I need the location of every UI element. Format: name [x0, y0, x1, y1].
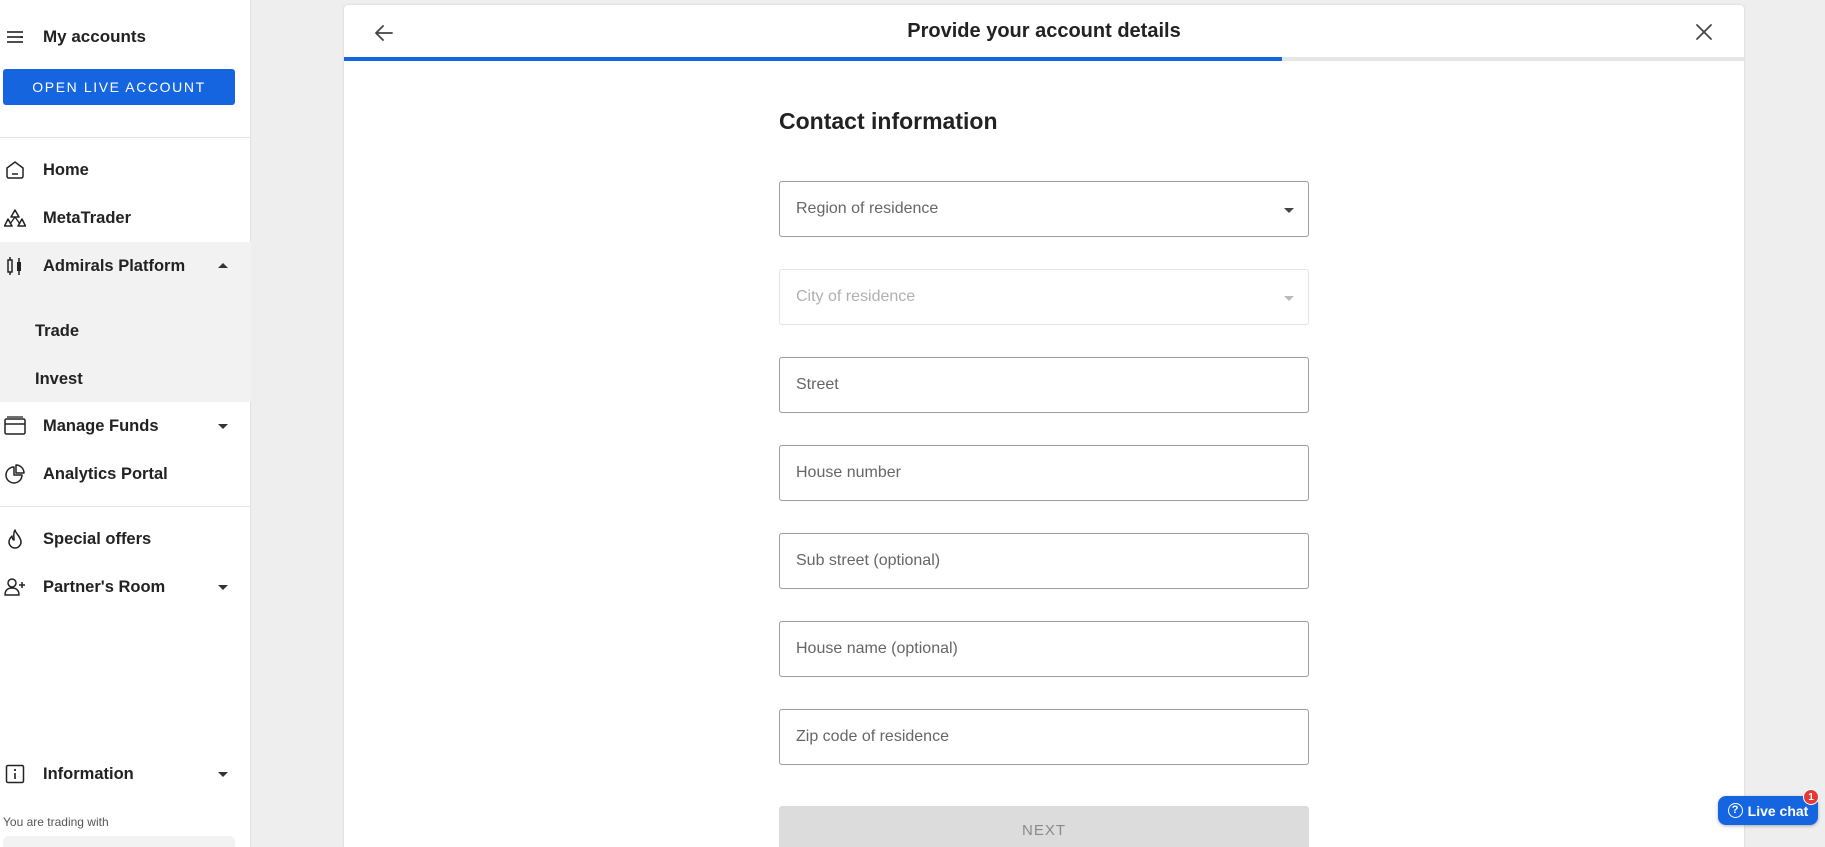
- account-details-modal: Provide your account details Contact inf…: [344, 5, 1744, 847]
- trading-account-selector[interactable]: [3, 836, 235, 847]
- sub-street-input[interactable]: Sub street (optional): [779, 533, 1309, 589]
- sidebar-item-label: Information: [43, 764, 134, 783]
- flame-icon: [4, 528, 26, 550]
- sidebar: My accounts OPEN LIVE ACCOUNT Home MetaT…: [0, 0, 251, 847]
- field-label: Region of residence: [796, 200, 939, 217]
- field-label: Zip code of residence: [796, 728, 949, 745]
- sidebar-subitem-label: Invest: [35, 370, 83, 388]
- sidebar-subitem-trade[interactable]: Trade: [0, 309, 251, 357]
- sidebar-item-home[interactable]: Home: [0, 146, 251, 194]
- help-icon: ?: [1727, 803, 1743, 818]
- divider: [0, 506, 251, 507]
- notification-badge: 1: [1803, 789, 1819, 805]
- info-icon: [4, 763, 26, 785]
- close-icon[interactable]: [1693, 21, 1715, 43]
- sidebar-item-label: Analytics Portal: [43, 464, 168, 483]
- sidebar-item-metatrader[interactable]: MetaTrader: [0, 194, 251, 242]
- house-number-input[interactable]: House number: [779, 445, 1309, 501]
- candlestick-icon: [4, 255, 26, 277]
- home-icon: [4, 159, 26, 181]
- field-label: Street: [796, 376, 839, 393]
- house-name-input[interactable]: House name (optional): [779, 621, 1309, 677]
- city-of-residence-select: City of residence: [779, 269, 1309, 325]
- live-chat-label: Live chat: [1747, 802, 1809, 819]
- divider: [0, 137, 251, 138]
- chevron-down-icon: [218, 585, 228, 590]
- sidebar-item-admirals-platform[interactable]: Admirals Platform: [0, 242, 251, 290]
- sidebar-item-partners-room[interactable]: Partner's Room: [0, 563, 251, 611]
- trading-with-label: You are trading with: [3, 815, 109, 829]
- sidebar-header: My accounts: [0, 0, 250, 74]
- sidebar-item-label: Home: [43, 160, 89, 179]
- sidebar-subitem-invest[interactable]: Invest: [0, 357, 251, 405]
- modal-header: Provide your account details: [344, 5, 1744, 57]
- section-title: Contact information: [779, 108, 998, 134]
- sidebar-item-label: Manage Funds: [43, 416, 159, 435]
- sidebar-item-manage-funds[interactable]: Manage Funds: [0, 402, 251, 450]
- chevron-up-icon: [218, 263, 228, 268]
- zip-code-input[interactable]: Zip code of residence: [779, 709, 1309, 765]
- street-input[interactable]: Street: [779, 357, 1309, 413]
- field-label: House name (optional): [796, 640, 958, 657]
- region-of-residence-select[interactable]: Region of residence: [779, 181, 1309, 237]
- sidebar-item-label: Special offers: [43, 529, 152, 548]
- menu-icon[interactable]: [6, 28, 24, 46]
- sidebar-item-label: Partner's Room: [43, 577, 166, 596]
- progress-bar: [344, 57, 1744, 61]
- field-label: Sub street (optional): [796, 552, 941, 569]
- field-label: House number: [796, 464, 901, 481]
- chevron-down-icon: [218, 772, 228, 777]
- sidebar-subitem-label: Trade: [35, 322, 80, 340]
- dropdown-arrow-icon: [1284, 208, 1294, 213]
- sidebar-item-information[interactable]: Information: [0, 750, 251, 798]
- pie-chart-icon: [4, 463, 26, 485]
- open-live-account-button[interactable]: OPEN LIVE ACCOUNT: [3, 69, 235, 105]
- field-label: City of residence: [796, 288, 916, 305]
- progress-bar-fill: [344, 57, 1282, 61]
- add-user-icon: [4, 576, 26, 598]
- modal-title: Provide your account details: [907, 20, 1181, 42]
- sidebar-item-label: Admirals Platform: [43, 256, 186, 275]
- dropdown-arrow-icon: [1284, 296, 1294, 301]
- sidebar-item-label: MetaTrader: [43, 208, 132, 227]
- sidebar-title[interactable]: My accounts: [43, 27, 146, 47]
- chevron-down-icon: [218, 424, 228, 429]
- metatrader-icon: [4, 207, 26, 229]
- sidebar-item-special-offers[interactable]: Special offers: [0, 515, 251, 563]
- wallet-icon: [4, 415, 26, 437]
- next-button[interactable]: NEXT: [779, 806, 1309, 847]
- sidebar-item-analytics-portal[interactable]: Analytics Portal: [0, 450, 251, 498]
